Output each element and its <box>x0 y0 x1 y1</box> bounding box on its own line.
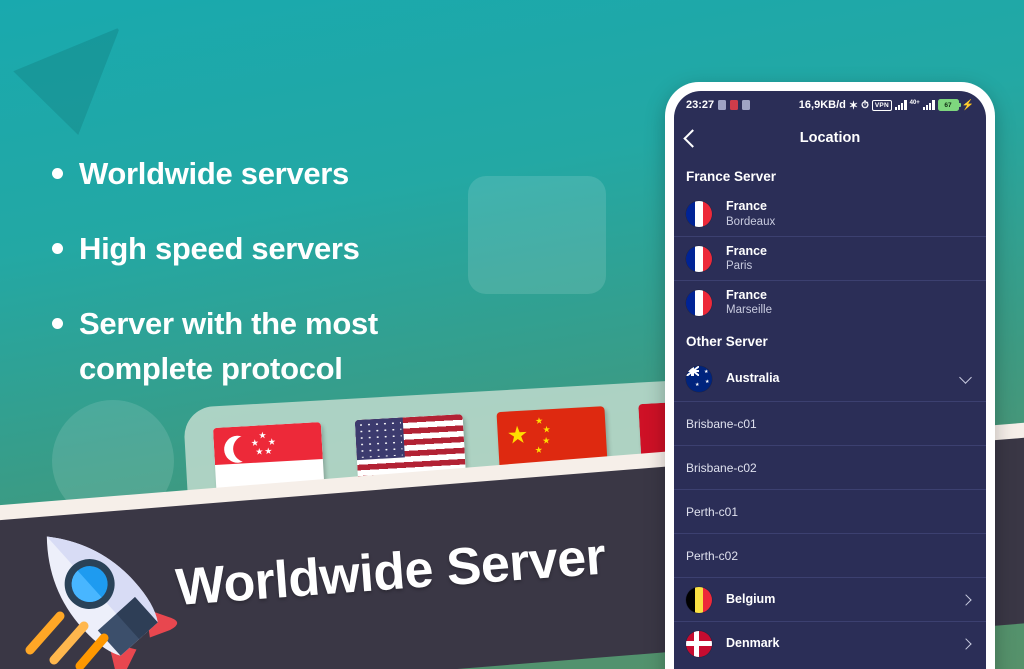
server-city: Paris <box>726 260 753 273</box>
triangle-decoration <box>13 27 120 135</box>
chevron-right-icon[interactable] <box>960 593 972 606</box>
feature-bullets: Worldwide servers High speed servers Ser… <box>52 152 572 422</box>
sim-icon <box>718 100 727 110</box>
server-row-france-bordeaux[interactable]: France Bordeaux <box>674 192 986 236</box>
france-flag-icon <box>686 201 712 227</box>
server-city: Marseille <box>726 304 773 317</box>
server-row-australia[interactable]: ★ ★ ★ Australia <box>674 357 986 401</box>
feature-bullet: High speed servers <box>52 227 572 272</box>
status-time: 23:27 <box>686 99 715 111</box>
france-flag-icon <box>686 289 712 316</box>
alarm-icon: ⏱ <box>861 99 869 111</box>
battery-icon: 67 <box>937 99 961 111</box>
server-row-belgium[interactable]: Belgium <box>674 577 986 621</box>
sim-icon <box>742 100 751 110</box>
feature-bullet-text: Worldwide servers <box>79 156 349 191</box>
section-header-other: Other Server <box>686 334 768 349</box>
bullet-dot-icon <box>52 317 63 329</box>
server-node-label: Perth-c02 <box>686 548 739 563</box>
sim-icon <box>730 100 739 110</box>
app-bar: Location <box>674 117 986 159</box>
section-header-france: France Server <box>686 169 777 184</box>
france-flag-icon <box>686 245 712 272</box>
server-list[interactable]: France Server France Bordeaux France Par… <box>674 159 986 669</box>
vpn-icon: VPN <box>871 99 892 111</box>
server-node-label: Perth-c01 <box>686 504 739 519</box>
feature-bullet: Worldwide servers <box>52 152 572 197</box>
server-city: Bordeaux <box>726 215 776 228</box>
chevron-down-icon[interactable] <box>959 371 972 384</box>
server-country: Australia <box>726 371 780 386</box>
promo-screenshot: Worldwide servers High speed servers Ser… <box>0 0 1024 669</box>
data-rate-label: 16,9KB/d <box>798 99 846 111</box>
denmark-flag-icon <box>686 630 712 657</box>
australia-flag-icon: ★ ★ ★ <box>686 366 712 392</box>
server-row-denmark[interactable]: Denmark <box>674 621 986 665</box>
feature-bullet-text: High speed servers <box>79 230 360 266</box>
signal-bars-icon <box>894 100 907 110</box>
bluetooth-icon: ✶ <box>848 99 859 112</box>
server-row-france-marseille[interactable]: France Marseille <box>674 280 986 324</box>
server-node-brisbane-c02[interactable]: Brisbane-c02 <box>674 445 986 489</box>
server-country: Belgium <box>726 591 776 606</box>
feature-bullet: Server with the most complete protocol <box>52 302 572 392</box>
belgium-flag-icon <box>686 586 712 613</box>
server-country: France <box>726 287 767 302</box>
server-country: France <box>726 199 767 213</box>
bullet-dot-icon <box>52 242 63 254</box>
rocket-icon <box>25 536 178 669</box>
phone-screen: 23:27 16,9KB/d ✶ ⏱ VPN 40+ 67 ⚡ Location… <box>674 91 986 669</box>
bullet-dot-icon <box>52 168 63 179</box>
page-title: Location <box>799 130 861 146</box>
phone-mockup: 23:27 16,9KB/d ✶ ⏱ VPN 40+ 67 ⚡ Location… <box>665 82 995 669</box>
back-chevron-icon[interactable] <box>683 128 702 148</box>
server-country: Denmark <box>726 635 780 650</box>
server-node-perth-c01[interactable]: Perth-c01 <box>674 489 986 533</box>
charging-bolt-icon: ⚡ <box>961 99 974 111</box>
server-row-france-paris[interactable]: France Paris <box>674 236 986 280</box>
server-node-label: Brisbane-c02 <box>686 460 757 475</box>
feature-bullet-text: Server with the most complete protocol <box>79 305 378 386</box>
server-node-label: Brisbane-c01 <box>686 416 757 431</box>
network-type-label: 40+ <box>909 99 920 106</box>
server-node-brisbane-c01[interactable]: Brisbane-c01 <box>674 401 986 445</box>
chevron-right-icon[interactable] <box>960 637 972 650</box>
server-node-perth-c02[interactable]: Perth-c02 <box>674 533 986 577</box>
signal-bars-icon <box>922 100 935 110</box>
status-bar: 23:27 16,9KB/d ✶ ⏱ VPN 40+ 67 ⚡ <box>674 91 986 117</box>
server-country: France <box>726 243 767 258</box>
